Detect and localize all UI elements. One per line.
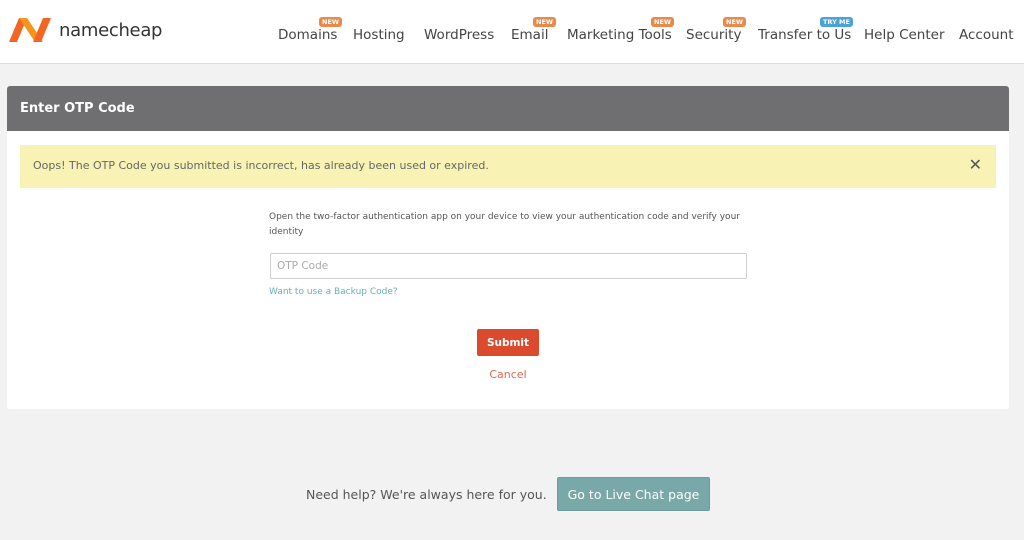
badge-domains-new: NEW: [319, 17, 343, 27]
backup-code-link[interactable]: Want to use a Backup Code?: [269, 287, 398, 297]
site-header: namecheap NEW Domains Hosting WordPress …: [0, 0, 1024, 64]
nav-hosting[interactable]: Hosting: [353, 27, 405, 43]
nav-transfer-to-us[interactable]: Transfer to Us: [758, 27, 851, 43]
nav-account[interactable]: Account: [959, 27, 1014, 43]
nav-domains[interactable]: Domains: [278, 27, 337, 43]
alert-message: Oops! The OTP Code you submitted is inco…: [33, 159, 489, 172]
live-chat-button[interactable]: Go to Live Chat page: [557, 477, 710, 511]
badge-email-new: NEW: [533, 17, 557, 27]
close-icon[interactable]: ✕: [969, 155, 982, 174]
main-nav: NEW Domains Hosting WordPress NEW Email …: [0, 0, 1024, 64]
badge-transfer-try: TRY ME: [820, 17, 853, 27]
nav-security[interactable]: Security: [686, 27, 741, 43]
help-text: Need help? We're always here for you.: [306, 487, 547, 502]
nav-wordpress[interactable]: WordPress: [424, 27, 494, 43]
otp-code-input[interactable]: [270, 253, 747, 279]
badge-marketing-new: NEW: [651, 17, 675, 27]
otp-instructions: Open the two-factor authentication app o…: [269, 212, 740, 237]
otp-panel: Enter OTP Code Oops! The OTP Code you su…: [7, 86, 1009, 409]
nav-help-center[interactable]: Help Center: [864, 27, 945, 43]
submit-button[interactable]: Submit: [477, 329, 539, 356]
cancel-link[interactable]: Cancel: [477, 368, 539, 381]
nav-email[interactable]: Email: [511, 27, 548, 43]
error-alert: Oops! The OTP Code you submitted is inco…: [20, 145, 996, 188]
badge-security-new: NEW: [723, 17, 747, 27]
panel-title: Enter OTP Code: [7, 86, 1009, 131]
nav-marketing-tools[interactable]: Marketing Tools: [567, 27, 672, 43]
